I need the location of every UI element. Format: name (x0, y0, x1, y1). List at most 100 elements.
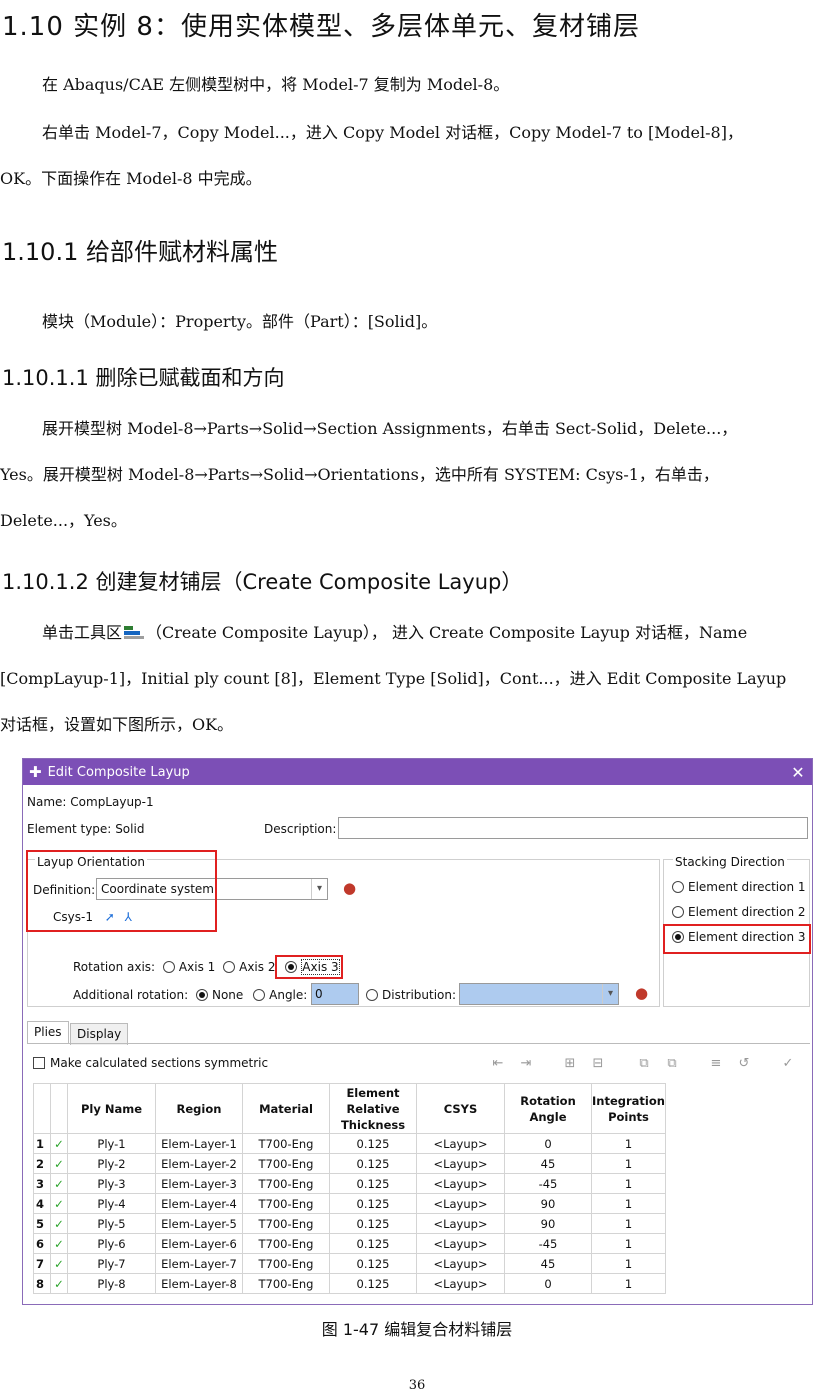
cell-thickness[interactable]: 0.125 (329, 1213, 417, 1234)
cell-angle[interactable]: 90 (504, 1213, 592, 1234)
table-row[interactable]: 2 ✓ Ply-2 Elem-Layer-2 T700-Eng 0.125 <Layup> 4… (33, 1153, 666, 1174)
table-row[interactable]: 1 ✓ Ply-1 Elem-Layer-1 T700-Eng 0.125 <Layup> 0… (33, 1133, 666, 1154)
add-after-icon[interactable]: ⊟ (589, 1056, 607, 1071)
check-tool-icon[interactable]: ✓ (779, 1056, 797, 1071)
add-before-icon[interactable]: ⊞ (561, 1056, 579, 1071)
row-number: 1 (33, 1133, 51, 1154)
cell-material[interactable]: T700-Eng (242, 1233, 330, 1254)
cell-thickness[interactable]: 0.125 (329, 1273, 417, 1294)
cell-name[interactable]: Ply-4 (67, 1193, 156, 1214)
cell-points[interactable]: 1 (591, 1173, 666, 1194)
axis-1-option[interactable]: Axis 1 (162, 960, 215, 974)
cell-csys[interactable]: <Layup> (416, 1233, 505, 1254)
cell-angle[interactable]: 0 (504, 1273, 592, 1294)
cell-region[interactable]: Elem-Layer-8 (155, 1273, 243, 1294)
cell-points[interactable]: 1 (591, 1153, 666, 1174)
cell-region[interactable]: Elem-Layer-4 (155, 1193, 243, 1214)
cell-angle[interactable]: 90 (504, 1193, 592, 1214)
col-header-active (50, 1083, 68, 1134)
description-input[interactable] (338, 817, 808, 839)
cell-points[interactable]: 1 (591, 1193, 666, 1214)
table-row[interactable]: 4 ✓ Ply-4 Elem-Layer-4 T700-Eng 0.125 <Layup> 9… (33, 1193, 666, 1214)
cell-points[interactable]: 1 (591, 1273, 666, 1294)
row-active-check[interactable]: ✓ (50, 1273, 68, 1294)
cell-region[interactable]: Elem-Layer-6 (155, 1233, 243, 1254)
cell-csys[interactable]: <Layup> (416, 1153, 505, 1174)
table-row[interactable]: 8 ✓ Ply-8 Elem-Layer-8 T700-Eng 0.125 <Layup> 0… (33, 1273, 666, 1294)
cell-thickness[interactable]: 0.125 (329, 1173, 417, 1194)
table-row[interactable]: 5 ✓ Ply-5 Elem-Layer-5 T700-Eng 0.125 <Layup> 9… (33, 1213, 666, 1234)
cell-region[interactable]: Elem-Layer-1 (155, 1133, 243, 1154)
cell-material[interactable]: T700-Eng (242, 1193, 330, 1214)
cell-material[interactable]: T700-Eng (242, 1133, 330, 1154)
insert-after-icon[interactable]: ⇥ (517, 1056, 535, 1071)
distribution-select[interactable]: ▾ (459, 983, 619, 1005)
symmetric-checkbox-row[interactable]: Make calculated sections symmetric (33, 1056, 268, 1070)
cell-angle[interactable]: -45 (504, 1173, 592, 1194)
cell-angle[interactable]: 0 (504, 1133, 592, 1154)
cell-name[interactable]: Ply-5 (67, 1213, 156, 1234)
cell-material[interactable]: T700-Eng (242, 1253, 330, 1274)
cell-points[interactable]: 1 (591, 1233, 666, 1254)
cell-csys[interactable]: <Layup> (416, 1253, 505, 1274)
row-active-check[interactable]: ✓ (50, 1233, 68, 1254)
cell-csys[interactable]: <Layup> (416, 1173, 505, 1194)
tab-display[interactable]: Display (70, 1023, 129, 1045)
cell-material[interactable]: T700-Eng (242, 1173, 330, 1194)
cell-angle[interactable]: -45 (504, 1233, 592, 1254)
stacking-option-1[interactable]: Element direction 1 (672, 880, 806, 894)
row-active-check[interactable]: ✓ (50, 1253, 68, 1274)
row-active-check[interactable]: ✓ (50, 1133, 68, 1154)
rotation-distribution-option[interactable]: Distribution: (366, 988, 456, 1002)
cell-name[interactable]: Ply-6 (67, 1233, 156, 1254)
palette-icon[interactable]: ● (635, 984, 648, 1002)
insert-before-icon[interactable]: ⇤ (489, 1056, 507, 1071)
close-icon[interactable]: ✕ (784, 763, 812, 782)
table-row[interactable]: 7 ✓ Ply-7 Elem-Layer-7 T700-Eng 0.125 <Layup> 4… (33, 1253, 666, 1274)
cell-material[interactable]: T700-Eng (242, 1273, 330, 1294)
cell-thickness[interactable]: 0.125 (329, 1233, 417, 1254)
cell-thickness[interactable]: 0.125 (329, 1153, 417, 1174)
cell-angle[interactable]: 45 (504, 1253, 592, 1274)
axis-2-option[interactable]: Axis 2 (223, 960, 275, 974)
cell-points[interactable]: 1 (591, 1213, 666, 1234)
palette-icon[interactable]: ● (343, 879, 356, 897)
copy-after-icon[interactable]: ⧉ (663, 1056, 681, 1071)
redo-icon[interactable]: ↺ (735, 1056, 753, 1071)
cell-material[interactable]: T700-Eng (242, 1153, 330, 1174)
rotation-angle-label: Angle: (269, 988, 308, 1002)
cell-name[interactable]: Ply-2 (67, 1153, 156, 1174)
rotation-angle-option[interactable]: Angle: (253, 988, 307, 1002)
cell-name[interactable]: Ply-3 (67, 1173, 156, 1194)
cell-region[interactable]: Elem-Layer-5 (155, 1213, 243, 1234)
cell-region[interactable]: Elem-Layer-2 (155, 1153, 243, 1174)
cell-region[interactable]: Elem-Layer-7 (155, 1253, 243, 1274)
cell-thickness[interactable]: 0.125 (329, 1193, 417, 1214)
cell-csys[interactable]: <Layup> (416, 1133, 505, 1154)
cell-csys[interactable]: <Layup> (416, 1193, 505, 1214)
copy-before-icon[interactable]: ⧉ (635, 1056, 653, 1071)
cell-name[interactable]: Ply-8 (67, 1273, 156, 1294)
cell-material[interactable]: T700-Eng (242, 1213, 330, 1234)
cell-name[interactable]: Ply-1 (67, 1133, 156, 1154)
cell-thickness[interactable]: 0.125 (329, 1133, 417, 1154)
cell-points[interactable]: 1 (591, 1133, 666, 1154)
angle-input[interactable]: 0 (311, 983, 359, 1005)
row-active-check[interactable]: ✓ (50, 1173, 68, 1194)
rotation-none-option[interactable]: None (195, 988, 243, 1002)
table-row[interactable]: 6 ✓ Ply-6 Elem-Layer-6 T700-Eng 0.125 <Layup> -… (33, 1233, 666, 1254)
edit-icon[interactable]: ≡ (707, 1056, 725, 1071)
row-active-check[interactable]: ✓ (50, 1213, 68, 1234)
cell-angle[interactable]: 45 (504, 1153, 592, 1174)
cell-points[interactable]: 1 (591, 1253, 666, 1274)
cell-thickness[interactable]: 0.125 (329, 1253, 417, 1274)
row-active-check[interactable]: ✓ (50, 1153, 68, 1174)
row-active-check[interactable]: ✓ (50, 1193, 68, 1214)
table-row[interactable]: 3 ✓ Ply-3 Elem-Layer-3 T700-Eng 0.125 <Layup> -… (33, 1173, 666, 1194)
tab-plies[interactable]: Plies (27, 1021, 69, 1043)
cell-region[interactable]: Elem-Layer-3 (155, 1173, 243, 1194)
cell-csys[interactable]: <Layup> (416, 1273, 505, 1294)
stacking-option-2[interactable]: Element direction 2 (672, 905, 806, 919)
cell-csys[interactable]: <Layup> (416, 1213, 505, 1234)
cell-name[interactable]: Ply-7 (67, 1253, 156, 1274)
